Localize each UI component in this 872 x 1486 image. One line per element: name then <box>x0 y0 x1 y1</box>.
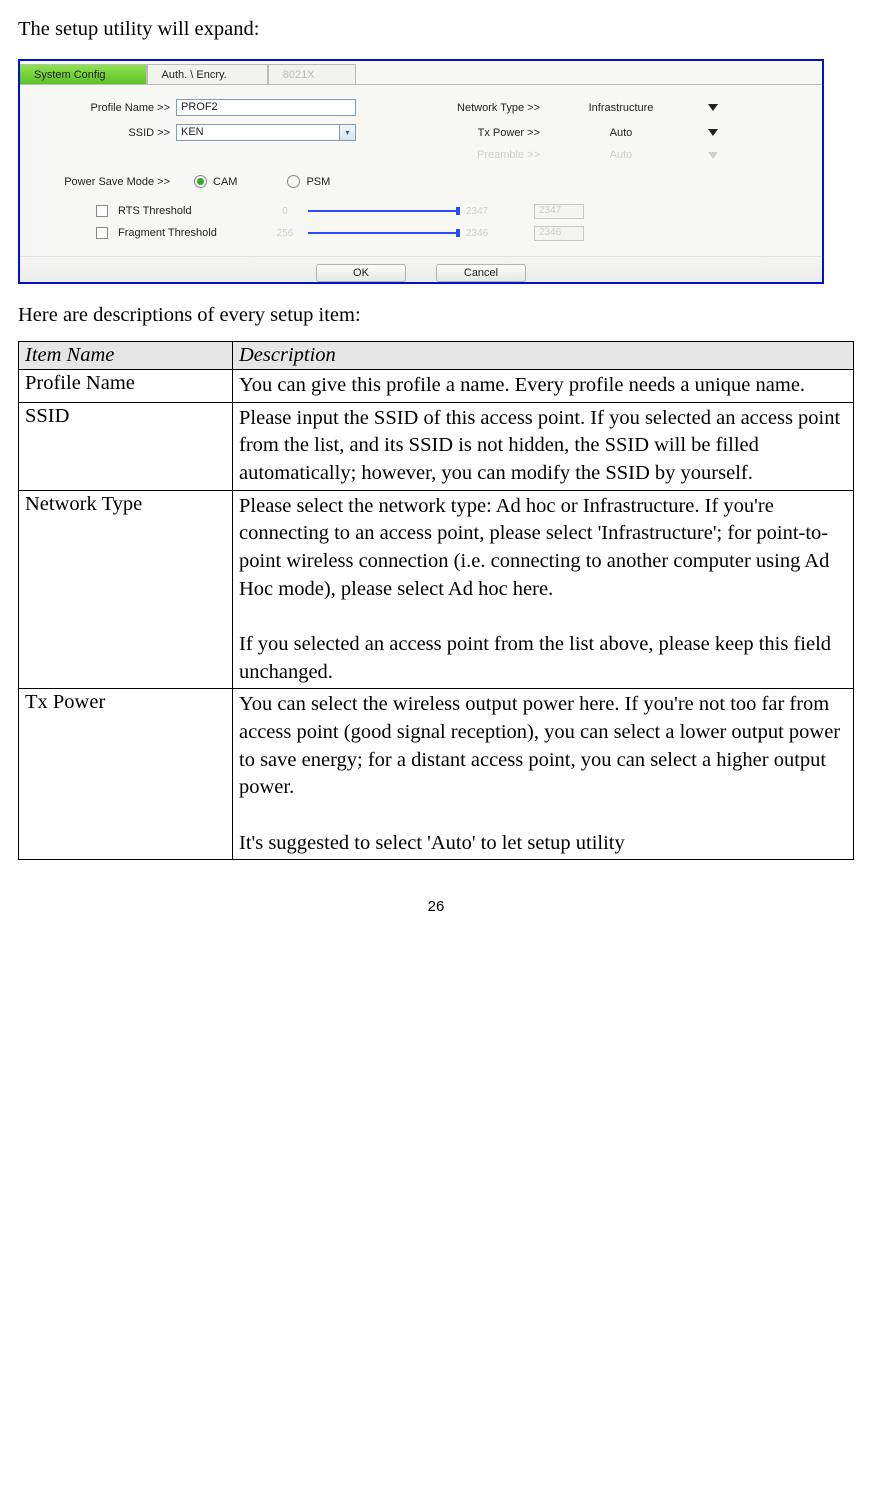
th-item-name: Item Name <box>19 342 233 370</box>
slider-rts[interactable] <box>308 210 458 212</box>
value-network-type: Infrastructure <box>546 102 696 114</box>
label-tx-power: Tx Power >> <box>406 127 546 139</box>
table-row: Tx Power You can select the wireless out… <box>19 689 854 860</box>
slider-frag[interactable] <box>308 232 458 234</box>
frag-value-box: 2346 <box>534 226 584 241</box>
ok-button[interactable]: OK <box>316 264 406 282</box>
cell-desc: You can select the wireless output power… <box>233 689 854 860</box>
cancel-button[interactable]: Cancel <box>436 264 526 282</box>
radio-psm[interactable] <box>287 175 300 188</box>
tab-system-config[interactable]: System Config <box>20 64 147 84</box>
label-profile-name: Profile Name >> <box>36 102 176 114</box>
tab-bar: System Config Auth. \ Encry. 8021X <box>20 61 822 85</box>
cell-desc: Please input the SSID of this access poi… <box>233 402 854 490</box>
dropdown-preamble <box>708 152 718 159</box>
description-table: Item Name Description Profile Name You c… <box>18 341 854 860</box>
intro-text-2: Here are descriptions of every setup ite… <box>18 304 854 327</box>
cell-item: SSID <box>19 402 233 490</box>
rts-max: 2347 <box>466 206 504 217</box>
radio-cam[interactable] <box>194 175 207 188</box>
radio-psm-label: PSM <box>306 176 330 188</box>
label-power-save-mode: Power Save Mode >> <box>36 176 176 188</box>
tab-8021x: 8021X <box>268 64 356 84</box>
label-frag: Fragment Threshold <box>118 227 268 239</box>
tab-auth-encry[interactable]: Auth. \ Encry. <box>147 64 268 84</box>
label-preamble: Preamble >> <box>406 149 546 161</box>
label-network-type: Network Type >> <box>406 102 546 114</box>
dropdown-tx-power[interactable] <box>708 129 718 136</box>
page-number: 26 <box>18 898 854 915</box>
cell-desc: You can give this profile a name. Every … <box>233 370 854 403</box>
dropdown-network-type[interactable] <box>708 104 718 111</box>
th-description: Description <box>233 342 854 370</box>
value-tx-power: Auto <box>546 127 696 139</box>
value-preamble: Auto <box>546 149 696 161</box>
label-ssid: SSID >> <box>36 127 176 139</box>
intro-text-1: The setup utility will expand: <box>18 18 854 41</box>
frag-min: 256 <box>270 228 300 239</box>
frag-max: 2346 <box>466 228 504 239</box>
rts-value-box: 2347 <box>534 204 584 219</box>
cell-item: Tx Power <box>19 689 233 860</box>
checkbox-rts[interactable] <box>96 205 108 217</box>
cell-item: Network Type <box>19 490 233 689</box>
input-profile-name[interactable]: PROF2 <box>176 99 356 116</box>
setup-utility-screenshot: System Config Auth. \ Encry. 8021X Profi… <box>18 59 824 284</box>
input-ssid[interactable]: KEN <box>176 124 340 141</box>
table-row: Network Type Please select the network t… <box>19 490 854 689</box>
checkbox-frag[interactable] <box>96 227 108 239</box>
ssid-dropdown-arrow[interactable]: ▾ <box>340 124 356 141</box>
cell-item: Profile Name <box>19 370 233 403</box>
cell-desc: Please select the network type: Ad hoc o… <box>233 490 854 689</box>
table-row: SSID Please input the SSID of this acces… <box>19 402 854 490</box>
label-rts: RTS Threshold <box>118 205 268 217</box>
rts-min: 0 <box>270 206 300 217</box>
table-row: Profile Name You can give this profile a… <box>19 370 854 403</box>
radio-cam-label: CAM <box>213 176 237 188</box>
